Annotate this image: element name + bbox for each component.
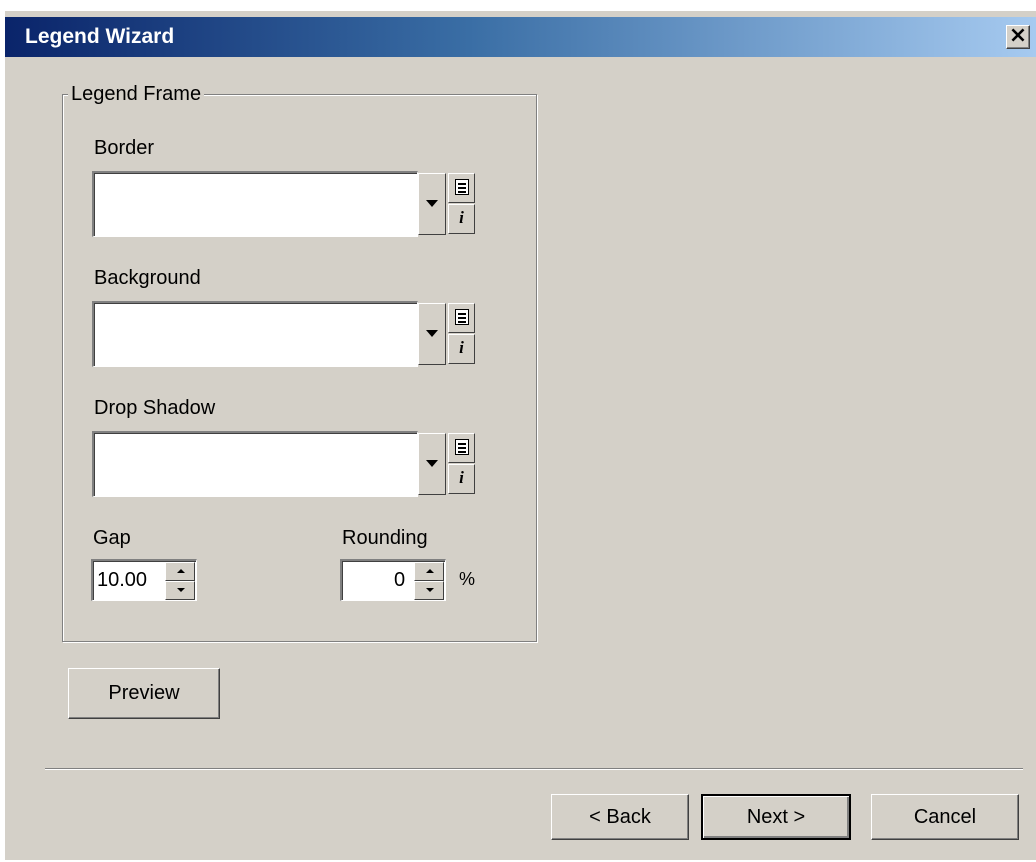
info-icon: i [459,468,464,487]
rounding-spinner: 0 [340,559,446,601]
background-symbol-list-button[interactable] [448,303,475,333]
arrow-down-icon [426,588,434,592]
close-button[interactable]: × [1006,25,1030,49]
drop-shadow-dropdown-button[interactable] [418,433,446,495]
gap-increment-button[interactable] [165,562,195,581]
gap-spinner: 10.00 [91,559,197,601]
background-label: Background [94,267,201,289]
legend-wizard-dialog: Legend Wizard × Legend Frame Border i Ba… [4,10,1036,860]
preview-button[interactable]: Preview [68,668,220,719]
list-icon [455,179,469,195]
gap-label: Gap [93,527,131,549]
list-icon [455,309,469,325]
gap-decrement-button[interactable] [165,581,195,600]
title-bar[interactable]: Legend Wizard × [5,17,1036,57]
footer-separator [45,768,1023,770]
background-symbol-preview[interactable] [92,301,418,367]
border-symbol-preview[interactable] [92,171,418,237]
rounding-label: Rounding [342,527,428,549]
chevron-down-icon [426,200,438,207]
drop-shadow-symbol-list-button[interactable] [448,433,475,463]
info-icon: i [459,338,464,357]
arrow-up-icon [426,569,434,573]
rounding-decrement-button[interactable] [414,581,444,600]
border-properties-button[interactable]: i [448,204,475,234]
border-dropdown-button[interactable] [418,173,446,235]
drop-shadow-properties-button[interactable]: i [448,464,475,494]
chevron-down-icon [426,330,438,337]
window-title: Legend Wizard [25,25,175,48]
list-icon [455,439,469,455]
back-button[interactable]: < Back [551,794,689,840]
drop-shadow-symbol-combo: i [92,431,487,497]
border-symbol-combo: i [92,171,487,237]
drop-shadow-label: Drop Shadow [94,397,216,419]
legend-frame-label: Legend Frame [68,83,205,106]
info-icon: i [459,208,464,227]
arrow-down-icon [177,588,185,592]
cancel-button[interactable]: Cancel [871,794,1019,840]
border-label: Border [94,137,155,159]
next-button[interactable]: Next > [701,794,851,840]
rounding-value[interactable]: 0 [394,569,405,592]
background-properties-button[interactable]: i [448,334,475,364]
border-symbol-list-button[interactable] [448,173,475,203]
background-symbol-combo: i [92,301,487,367]
rounding-increment-button[interactable] [414,562,444,581]
gap-value[interactable]: 10.00 [97,569,147,592]
drop-shadow-symbol-preview[interactable] [92,431,418,497]
rounding-percent-unit: % [459,569,476,589]
arrow-up-icon [177,569,185,573]
chevron-down-icon [426,460,438,467]
background-dropdown-button[interactable] [418,303,446,365]
